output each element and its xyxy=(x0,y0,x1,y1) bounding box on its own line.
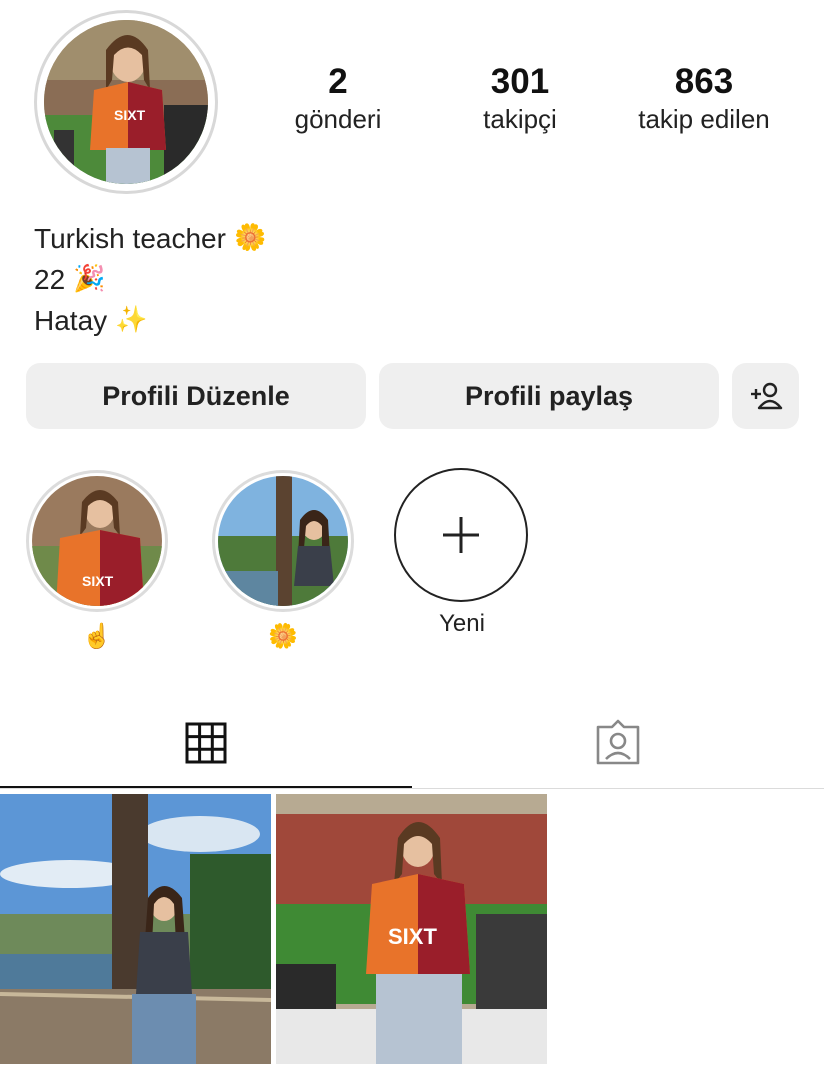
posts-count-label: gönderi xyxy=(294,104,382,134)
tab-tagged[interactable] xyxy=(412,700,824,786)
highlight-item[interactable]: SIXT ☝️ xyxy=(26,470,168,650)
highlight-cover xyxy=(218,476,348,606)
grid-icon xyxy=(185,722,227,764)
bio-text: Turkish teacher xyxy=(34,223,226,254)
posts-count-value: 2 xyxy=(328,62,348,101)
post-thumbnail[interactable]: SIXT xyxy=(276,794,547,1064)
following-count-value: 863 xyxy=(674,62,734,101)
share-profile-button[interactable]: Profili paylaş xyxy=(379,363,719,429)
highlight-ring xyxy=(212,470,354,612)
followers-count-label: takipçi xyxy=(483,104,557,134)
active-tab-indicator xyxy=(0,786,412,788)
highlight-label: ☝️ xyxy=(82,622,112,650)
post-photo: SIXT xyxy=(276,794,547,1064)
highlight-ring: SIXT xyxy=(26,470,168,612)
avatar[interactable]: SIXT xyxy=(44,20,208,184)
highlight-label: 🌼 xyxy=(268,622,298,650)
post-photo xyxy=(0,794,271,1064)
svg-text:SIXT: SIXT xyxy=(388,924,437,949)
svg-text:SIXT: SIXT xyxy=(114,107,146,123)
tab-grid[interactable] xyxy=(0,700,412,786)
post-thumbnail[interactable] xyxy=(0,794,271,1064)
following-count[interactable]: 863 takip edilen xyxy=(614,62,794,136)
bio-text: 22 xyxy=(34,264,66,295)
new-highlight-label: Yeni xyxy=(439,610,485,637)
bio-emoji: 🌼 xyxy=(233,223,267,253)
edit-profile-button[interactable]: Profili Düzenle xyxy=(26,363,366,429)
followers-count-value: 301 xyxy=(490,62,550,101)
svg-text:SIXT: SIXT xyxy=(82,573,114,589)
following-count-label: takip edilen xyxy=(638,104,770,134)
add-person-icon xyxy=(750,382,782,410)
plus-icon xyxy=(443,517,479,553)
highlight-cover: SIXT xyxy=(32,476,162,606)
bio-emoji: ✨ xyxy=(115,305,148,335)
posts-count[interactable]: 2 gönderi xyxy=(268,62,408,136)
avatar-photo: SIXT xyxy=(44,20,208,184)
bio-line: Hatay ✨ xyxy=(34,300,266,341)
highlight-item[interactable]: 🌼 xyxy=(212,470,354,650)
bio-text: Hatay xyxy=(34,305,108,336)
bio-line: 22 🎉 xyxy=(34,259,266,300)
bio-emoji: 🎉 xyxy=(73,264,106,294)
highlight-photo xyxy=(218,476,348,606)
new-highlight-circle xyxy=(394,468,528,602)
new-highlight-button[interactable]: Yeni xyxy=(394,468,530,638)
tagged-person-icon xyxy=(596,719,640,765)
profile-bio: Turkish teacher 🌼 22 🎉 Hatay ✨ xyxy=(34,218,266,341)
discover-people-button[interactable] xyxy=(732,363,799,429)
bio-line: Turkish teacher 🌼 xyxy=(34,218,266,259)
tab-divider xyxy=(0,788,824,789)
highlight-photo: SIXT xyxy=(32,476,162,606)
followers-count[interactable]: 301 takipçi xyxy=(450,62,590,136)
